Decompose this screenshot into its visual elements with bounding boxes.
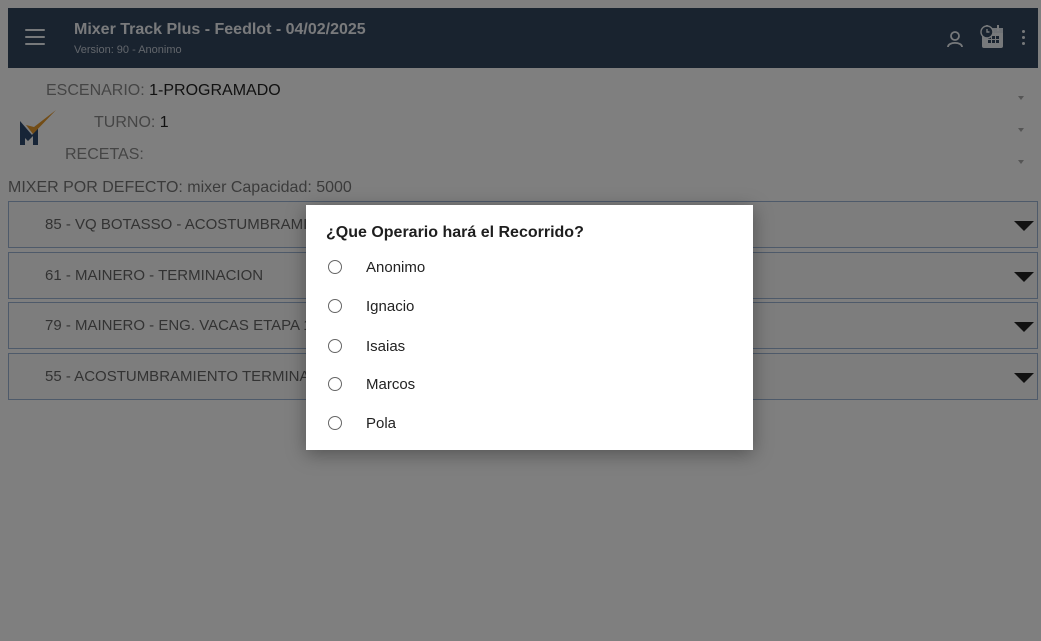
operator-dialog: ¿Que Operario hará el Recorrido? Anonimo… [306, 205, 753, 450]
operator-option[interactable]: Ignacio [326, 292, 726, 324]
radio-button[interactable] [328, 299, 342, 313]
option-label: Marcos [366, 376, 416, 393]
operator-option[interactable]: Anonimo [326, 253, 726, 285]
option-label: Ignacio [366, 298, 415, 315]
operator-option[interactable]: Marcos [326, 370, 726, 402]
dialog-title: ¿Que Operario hará el Recorrido? [326, 224, 584, 241]
option-label: Anonimo [366, 259, 426, 276]
radio-button[interactable] [328, 377, 342, 391]
operator-option[interactable]: Pola [326, 409, 726, 441]
radio-button[interactable] [328, 260, 342, 274]
operator-option[interactable]: Isaias [326, 332, 726, 364]
option-label: Pola [366, 415, 397, 432]
radio-button[interactable] [328, 416, 342, 430]
option-label: Isaias [366, 338, 406, 355]
radio-button[interactable] [328, 339, 342, 353]
